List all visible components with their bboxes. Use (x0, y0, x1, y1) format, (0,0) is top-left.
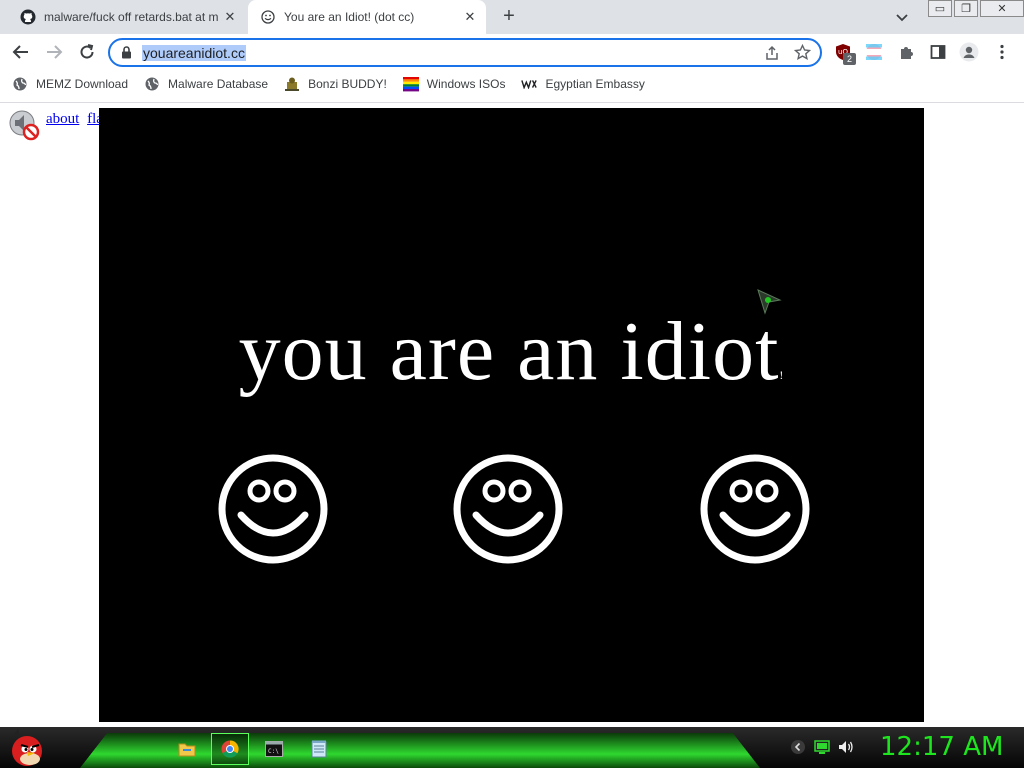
share-icon[interactable] (764, 45, 780, 66)
restore-button[interactable]: ❐ (954, 0, 978, 17)
pride-flag-extension-icon[interactable] (864, 42, 884, 62)
new-tab-button[interactable]: + (498, 6, 520, 28)
chrome-taskbar-button[interactable] (211, 733, 249, 765)
close-tab-icon[interactable]: ✕ (460, 7, 480, 27)
tab-youareanidiot[interactable]: You are an Idiot! (dot cc) ✕ (248, 0, 486, 34)
back-arrow-icon (12, 45, 28, 59)
smiley-face-icon (218, 454, 328, 564)
browser-toolbar: youareanidiot.cc uO (0, 34, 1024, 70)
tab-title: You are an Idiot! (dot cc) (284, 10, 415, 24)
idiot-stage: you are an idiot! (99, 108, 924, 722)
cmd-icon: C:\ (265, 741, 283, 757)
windows-flag-icon (402, 76, 419, 92)
smiley-icon (260, 9, 276, 25)
close-window-button[interactable]: ✕ (980, 0, 1024, 17)
bookmark-label: Windows ISOs (426, 77, 506, 91)
bookmark-windows-isos[interactable]: Windows ISOs (402, 73, 506, 95)
cursor-icon (756, 288, 784, 321)
muted-speaker-icon[interactable] (8, 109, 40, 141)
start-button[interactable] (6, 727, 48, 768)
cmd-taskbar-button[interactable]: C:\ (255, 733, 293, 765)
lock-icon[interactable] (121, 46, 132, 64)
headline-wrapper: you are an idiot! (99, 303, 924, 400)
bookmark-egyptian-embassy[interactable]: Egyptian Embassy (521, 73, 645, 95)
smiley-face-icon (453, 454, 563, 564)
ublock-count-badge: 2 (843, 53, 856, 65)
bonzi-icon (284, 76, 300, 92)
globe-icon (12, 76, 28, 92)
minimize-button[interactable]: ▭ (928, 0, 952, 17)
show-hidden-icons-icon[interactable] (790, 739, 806, 760)
address-bar[interactable]: youareanidiot.cc (108, 38, 822, 67)
headline-mark: ! (779, 368, 785, 382)
reload-icon (80, 44, 94, 59)
bookmark-star-icon[interactable] (793, 43, 812, 66)
reload-button[interactable] (75, 40, 99, 64)
window-controls: ▭ ❐ ✕ (928, 0, 1024, 17)
tab-search-icon[interactable] (894, 9, 914, 25)
headline: you are an idiot (238, 305, 780, 398)
side-panel-icon[interactable] (928, 42, 948, 62)
notepad-icon (311, 740, 327, 758)
smiley-face-icon (700, 454, 810, 564)
bookmark-label: Malware Database (168, 77, 269, 91)
bookmark-memz-download[interactable]: MEMZ Download (12, 73, 128, 95)
forward-arrow-icon (47, 45, 63, 59)
bookmark-label: MEMZ Download (36, 77, 129, 91)
bookmark-malware-database[interactable]: Malware Database (144, 73, 268, 95)
system-tray (790, 739, 862, 760)
extensions-puzzle-icon[interactable] (896, 42, 916, 62)
profile-avatar-icon[interactable] (959, 42, 979, 62)
notepad-taskbar-button[interactable] (300, 733, 338, 765)
globe-icon (144, 76, 160, 92)
bookmark-bonzi-buddy[interactable]: Bonzi BUDDY! (284, 73, 387, 95)
chrome-menu-icon[interactable] (992, 42, 1012, 62)
angry-bird-icon (12, 729, 42, 766)
url-text[interactable]: youareanidiot.cc (142, 45, 246, 61)
taskbar: C:\ 12:17 AM (0, 727, 1024, 768)
bookmark-label: Bonzi BUDDY! (308, 77, 387, 91)
chrome-icon (221, 740, 239, 758)
tab-github[interactable]: malware/fuck off retards.bat at m ✕ (8, 0, 246, 34)
forward-button[interactable] (42, 40, 66, 64)
close-tab-icon[interactable]: ✕ (220, 7, 240, 27)
taskbar-clock[interactable]: 12:17 AM (880, 732, 1003, 762)
about-link[interactable]: about (46, 111, 79, 127)
back-button[interactable] (9, 40, 33, 64)
bookmark-label: Egyptian Embassy (545, 77, 645, 91)
bookmarks-bar: MEMZ Download Malware Database Bonzi BUD… (0, 70, 1024, 98)
web-page: about flash you are an idiot! (0, 103, 1024, 727)
file-explorer-icon (178, 743, 196, 757)
wix-icon (521, 76, 538, 92)
tab-title: malware/fuck off retards.bat at m (44, 10, 219, 24)
github-icon (20, 9, 36, 25)
svg-text:C:\: C:\ (268, 748, 279, 755)
file-explorer-button[interactable] (168, 733, 206, 765)
volume-icon[interactable] (838, 739, 854, 760)
network-icon[interactable] (814, 739, 830, 760)
tab-strip: malware/fuck off retards.bat at m ✕ You … (0, 0, 1024, 34)
